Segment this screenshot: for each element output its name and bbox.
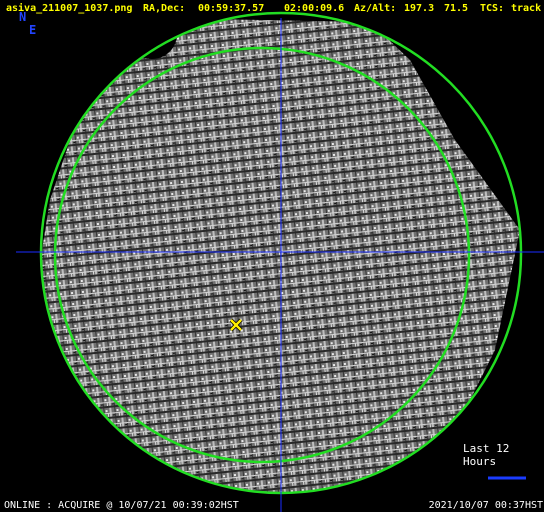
header-radec-label: RA,Dec: — [143, 3, 186, 14]
header-azalt-label: Az/Alt: — [354, 3, 397, 14]
header-tcs-status: track — [511, 3, 542, 14]
header-ra: 00:59:37.57 — [198, 3, 265, 14]
footer-status: ONLINE : ACQUIRE @ 10/07/21 00:39:02HST — [4, 500, 239, 511]
footer-timestamp: 2021/10/07 00:37HST — [428, 500, 543, 511]
header-az: 197.3 — [404, 3, 435, 14]
compass-east: E — [29, 23, 37, 37]
legend-label: Last 12 Hours — [463, 442, 510, 468]
header-dec: 02:00:09.6 — [284, 3, 345, 14]
sky-image — [41, 13, 521, 493]
header-tcs-label: TCS: — [480, 3, 505, 14]
header-alt: 71.5 — [444, 3, 469, 14]
compass-north: N — [19, 10, 27, 24]
sky-camera-view — [16, 9, 544, 512]
